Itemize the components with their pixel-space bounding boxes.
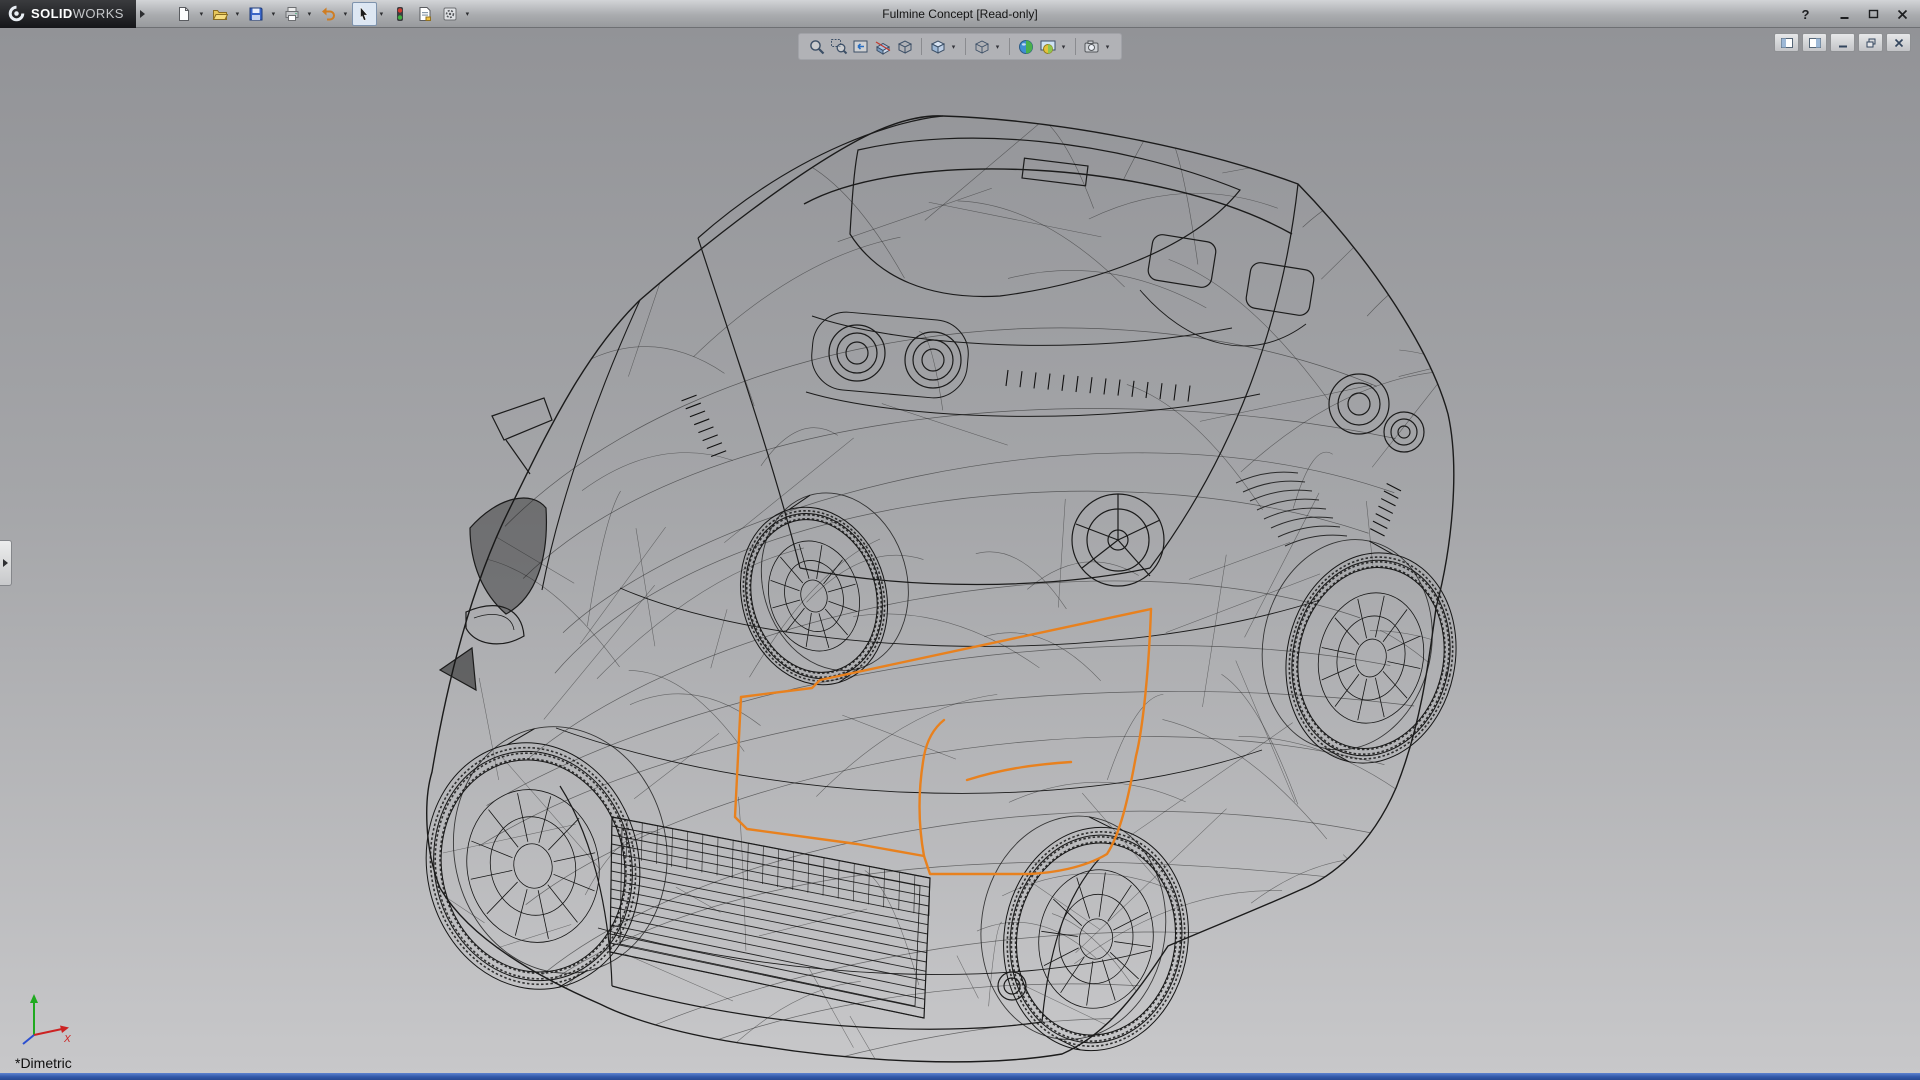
y-axis-arrow xyxy=(30,994,38,1003)
dropdown-arrow[interactable]: ▾ xyxy=(463,10,472,18)
zoom-to-fit-button[interactable] xyxy=(806,36,828,57)
solidworks-logo[interactable]: SOLIDWORKS xyxy=(0,0,136,28)
dropdown-arrow[interactable]: ▾ xyxy=(269,10,278,18)
x-axis-label: X xyxy=(63,1034,71,1045)
toolbar-separator xyxy=(965,38,966,55)
pane-right-icon xyxy=(1808,37,1821,48)
restore-icon xyxy=(1866,38,1875,47)
window-controls: ? xyxy=(1792,0,1916,28)
new-document-icon xyxy=(179,6,190,21)
dropdown-arrow[interactable]: ▾ xyxy=(305,10,314,18)
close-button[interactable] xyxy=(1889,3,1916,25)
print-button[interactable] xyxy=(280,2,305,26)
reference-triad: X xyxy=(12,989,76,1056)
dropdown-arrow[interactable]: ▾ xyxy=(1103,43,1112,51)
maximize-button[interactable] xyxy=(1860,3,1887,25)
rebuild-icon xyxy=(397,6,404,21)
select-cursor-icon xyxy=(360,5,369,21)
previous-view-button[interactable] xyxy=(850,36,872,57)
options-icon xyxy=(443,7,457,20)
dropdown-arrow[interactable]: ▾ xyxy=(197,10,206,18)
x-axis xyxy=(33,1028,63,1036)
dropdown-arrow[interactable]: ▾ xyxy=(993,43,1002,51)
options-button[interactable] xyxy=(438,2,463,26)
view-orientation-icon xyxy=(930,39,946,54)
pane-left-icon xyxy=(1780,37,1793,48)
dropdown-arrow[interactable]: ▾ xyxy=(1059,43,1068,51)
dropdown-arrow[interactable]: ▾ xyxy=(341,10,350,18)
minimize-icon xyxy=(1840,16,1849,19)
display-style-icon xyxy=(974,39,990,54)
help-button[interactable]: ? xyxy=(1792,3,1819,25)
3ds-swirl-icon xyxy=(8,5,25,22)
maximize-icon xyxy=(1868,9,1879,18)
x-axis-arrow xyxy=(60,1025,69,1033)
open-icon xyxy=(213,9,229,20)
zoom-to-area-button[interactable] xyxy=(828,36,850,57)
chevron-right-icon xyxy=(140,9,146,18)
panel-flyout-tab[interactable] xyxy=(0,540,12,586)
toolbar-separator xyxy=(1009,38,1010,55)
view-orientation-button[interactable] xyxy=(927,36,949,57)
save-icon xyxy=(249,7,263,20)
display-style-button[interactable] xyxy=(971,36,993,57)
view-settings-icon xyxy=(1084,40,1099,52)
zoom-to-fit-icon xyxy=(810,39,825,54)
highlighted-sketch[interactable] xyxy=(733,607,1153,876)
file-properties-button[interactable] xyxy=(413,2,438,26)
title-bar: SOLIDWORKS ▾ ▾ ▾ ▾ ▾ ▾ ▾ Fulmine Concept… xyxy=(0,0,1920,28)
previous-view-icon xyxy=(853,40,868,52)
3d-drawing-view-button[interactable] xyxy=(894,36,916,57)
edit-appearance-icon xyxy=(1019,39,1033,54)
undo-button[interactable] xyxy=(316,2,341,26)
apply-scene-button[interactable] xyxy=(1037,36,1059,57)
close-icon xyxy=(1894,38,1903,47)
minimize-button[interactable] xyxy=(1831,3,1858,25)
apply-scene-icon xyxy=(1040,40,1056,54)
dropdown-arrow[interactable]: ▾ xyxy=(377,10,386,18)
toolbar-separator xyxy=(921,38,922,55)
brand-name-bold: SOLID xyxy=(31,5,73,21)
minimize-icon xyxy=(1838,45,1847,47)
z-axis xyxy=(22,1034,35,1045)
menu-expand-arrow[interactable] xyxy=(136,0,150,28)
undo-icon xyxy=(322,7,336,20)
save-button[interactable] xyxy=(244,2,269,26)
chevron-right-icon xyxy=(3,559,8,567)
new-document-button[interactable] xyxy=(172,2,197,26)
section-view-icon xyxy=(875,40,891,55)
view-settings-button[interactable] xyxy=(1081,36,1103,57)
dropdown-arrow[interactable]: ▾ xyxy=(233,10,242,18)
close-icon xyxy=(1897,9,1908,19)
document-window-controls xyxy=(1774,33,1911,52)
select-button[interactable] xyxy=(351,1,377,26)
brand-name-light: WORKS xyxy=(72,5,124,21)
bottom-status-strip xyxy=(0,1073,1920,1080)
edit-appearance-button[interactable] xyxy=(1015,36,1037,57)
close-document-button[interactable] xyxy=(1886,33,1911,52)
dropdown-arrow[interactable]: ▾ xyxy=(949,43,958,51)
print-icon xyxy=(285,6,299,21)
previous-window-button[interactable] xyxy=(1774,33,1799,52)
open-button[interactable] xyxy=(208,2,233,26)
3d-drawing-view-icon xyxy=(897,39,913,54)
next-window-button[interactable] xyxy=(1802,33,1827,52)
toolbar-separator xyxy=(1075,38,1076,55)
rebuild-button[interactable] xyxy=(388,2,413,26)
view-orientation-label: *Dimetric xyxy=(15,1055,72,1071)
minimize-document-button[interactable] xyxy=(1830,33,1855,52)
restore-document-button[interactable] xyxy=(1858,33,1883,52)
window-title: Fulmine Concept [Read-only] xyxy=(882,7,1038,21)
main-toolbar: ▾ ▾ ▾ ▾ ▾ ▾ ▾ xyxy=(172,0,474,28)
graphics-viewport[interactable]: ▾ ▾ ▾ ▾ X *Dimetric xyxy=(0,28,1920,1080)
section-view-button[interactable] xyxy=(872,36,894,57)
car-wireframe xyxy=(425,115,1457,1063)
zoom-to-area-icon xyxy=(831,38,848,54)
solidworks-window: SOLIDWORKS ▾ ▾ ▾ ▾ ▾ ▾ ▾ Fulmine Concept… xyxy=(0,0,1920,1080)
heads-up-view-toolbar: ▾ ▾ ▾ ▾ xyxy=(798,33,1122,60)
file-properties-icon xyxy=(419,6,432,21)
